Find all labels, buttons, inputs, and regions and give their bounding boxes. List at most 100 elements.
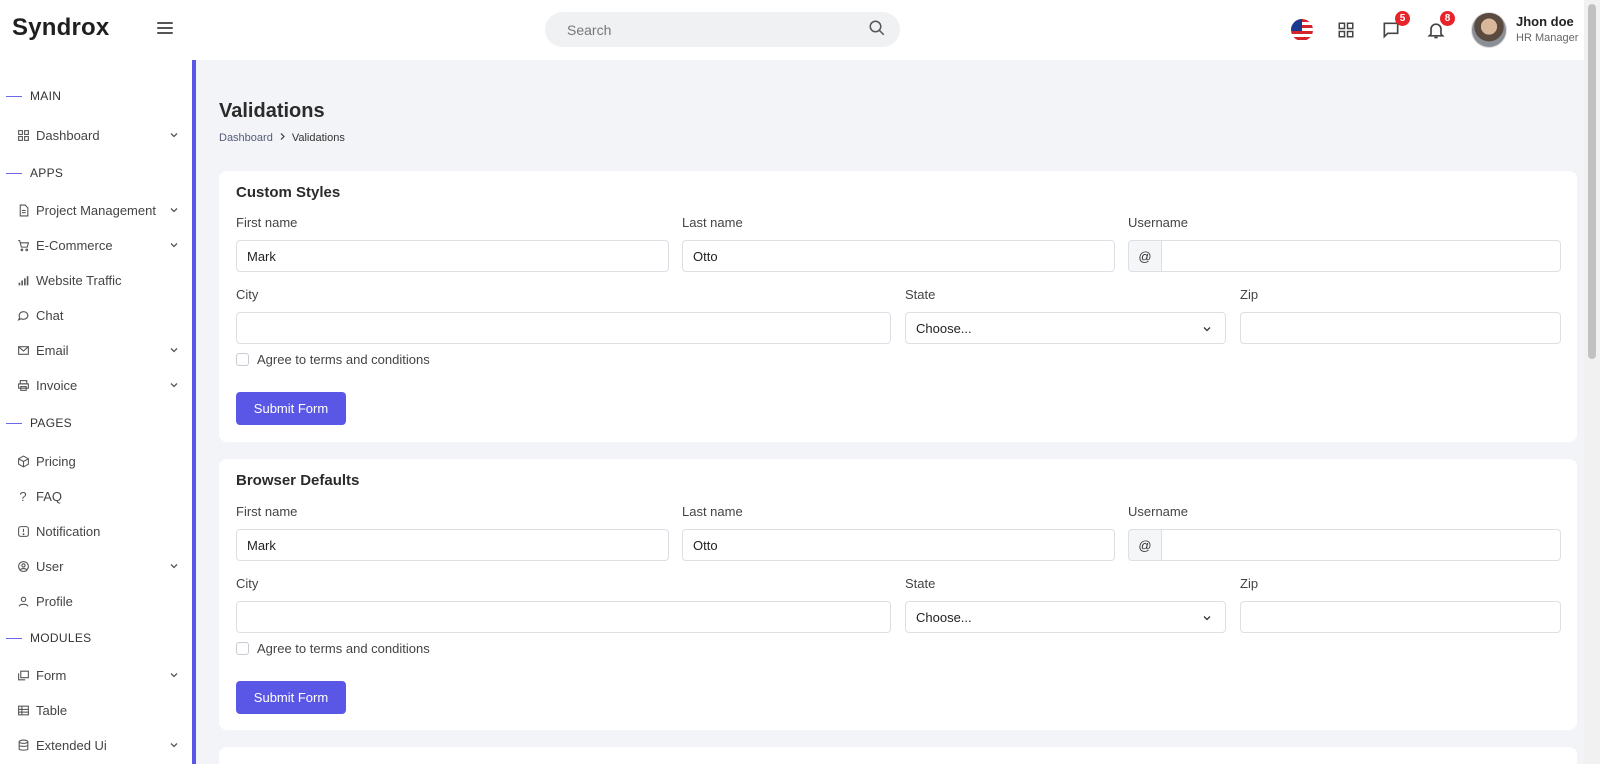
sidebar-item-extended-ui[interactable]: Extended Ui bbox=[16, 733, 184, 757]
card-title: Browser Defaults bbox=[236, 472, 360, 489]
table-icon bbox=[16, 703, 30, 717]
username-label: Username bbox=[1128, 215, 1188, 230]
at-sign-addon: @ bbox=[1128, 529, 1162, 561]
state-select[interactable]: Choose... bbox=[905, 312, 1226, 344]
chevron-down-icon bbox=[170, 243, 178, 248]
sidebar-item-email[interactable]: Email bbox=[16, 338, 184, 362]
last-name-input[interactable] bbox=[682, 529, 1115, 561]
zip-label: Zip bbox=[1240, 287, 1259, 302]
terms-row: Agree to terms and conditions bbox=[236, 352, 430, 367]
notifications-badge: 8 bbox=[1440, 11, 1455, 26]
sidebar-item-ecommerce[interactable]: E-Commerce bbox=[16, 233, 184, 257]
chevron-down-icon bbox=[170, 348, 178, 353]
messages-icon[interactable]: 5 bbox=[1379, 11, 1410, 42]
last-name-label: Last name bbox=[682, 504, 743, 519]
terms-label: Agree to terms and conditions bbox=[257, 352, 430, 367]
signal-bars-icon bbox=[16, 273, 30, 287]
page-scrollbar[interactable] bbox=[1584, 0, 1600, 764]
last-name-label: Last name bbox=[682, 215, 743, 230]
city-label: City bbox=[236, 576, 259, 591]
city-input[interactable] bbox=[236, 601, 891, 633]
top-header: Syndrox 5 8 Jhon doe HR Manager bbox=[0, 0, 1584, 60]
last-name-input[interactable] bbox=[682, 240, 1115, 272]
sidebar-item-user[interactable]: User bbox=[16, 554, 184, 578]
sidebar: MAIN Dashboard APPS Project Management E… bbox=[0, 60, 196, 764]
custom-styles-card: Custom Styles First name Last name Usern… bbox=[219, 171, 1577, 442]
chevron-down-icon bbox=[1203, 616, 1211, 621]
user-role: HR Manager bbox=[1516, 32, 1579, 44]
first-name-input[interactable] bbox=[236, 240, 669, 272]
submit-form-button[interactable]: Submit Form bbox=[236, 681, 346, 714]
box-icon bbox=[16, 454, 30, 468]
chat-bubble-icon bbox=[16, 308, 30, 322]
sidebar-section-modules: MODULES bbox=[6, 631, 91, 645]
terms-checkbox[interactable] bbox=[236, 642, 249, 655]
first-name-label: First name bbox=[236, 504, 298, 519]
sidebar-section-apps: APPS bbox=[6, 166, 63, 180]
sidebar-item-website-traffic[interactable]: Website Traffic bbox=[16, 268, 184, 292]
user-circle-icon bbox=[16, 559, 30, 573]
sidebar-section-pages: PAGES bbox=[6, 416, 72, 430]
state-label: State bbox=[905, 576, 936, 591]
document-icon bbox=[16, 203, 30, 217]
sidebar-item-notification[interactable]: Notification bbox=[16, 519, 184, 543]
scrollbar-thumb[interactable] bbox=[1588, 4, 1596, 359]
card-title: Custom Styles bbox=[236, 184, 341, 201]
chevron-down-icon bbox=[1203, 327, 1211, 332]
sidebar-item-table[interactable]: Table bbox=[16, 698, 184, 722]
messages-badge: 5 bbox=[1395, 11, 1410, 26]
sidebar-section-main: MAIN bbox=[6, 89, 61, 103]
search-bar bbox=[545, 12, 900, 47]
at-sign-addon: @ bbox=[1128, 240, 1162, 272]
dashboard-icon bbox=[16, 128, 30, 142]
city-input[interactable] bbox=[236, 312, 891, 344]
username-label: Username bbox=[1128, 504, 1188, 519]
username-input[interactable] bbox=[1161, 240, 1561, 272]
zip-label: Zip bbox=[1240, 576, 1259, 591]
search-icon[interactable] bbox=[868, 19, 886, 40]
person-icon bbox=[16, 594, 30, 608]
language-flag-icon[interactable] bbox=[1290, 18, 1314, 42]
sidebar-item-invoice[interactable]: Invoice bbox=[16, 373, 184, 397]
chevron-down-icon bbox=[170, 133, 178, 138]
sidebar-item-form[interactable]: Form bbox=[16, 663, 184, 687]
sidebar-item-faq[interactable]: ? FAQ bbox=[16, 484, 184, 508]
form-icon bbox=[16, 668, 30, 682]
sidebar-item-dashboard[interactable]: Dashboard bbox=[16, 123, 184, 147]
terms-row: Agree to terms and conditions bbox=[236, 641, 430, 656]
sidebar-item-project-management[interactable]: Project Management bbox=[16, 198, 184, 222]
sidebar-item-chat[interactable]: Chat bbox=[16, 303, 184, 327]
chevron-down-icon bbox=[170, 564, 178, 569]
breadcrumb-current: Validations bbox=[291, 132, 345, 144]
search-input[interactable] bbox=[567, 21, 868, 38]
breadcrumb: Dashboard Validations bbox=[219, 132, 345, 144]
chevron-down-icon bbox=[170, 208, 178, 213]
printer-icon bbox=[16, 378, 30, 392]
alert-icon bbox=[16, 524, 30, 538]
next-form-card bbox=[219, 747, 1577, 764]
username-input[interactable] bbox=[1161, 529, 1561, 561]
state-label: State bbox=[905, 287, 936, 302]
chevron-down-icon bbox=[170, 743, 178, 748]
app-logo[interactable]: Syndrox bbox=[12, 14, 109, 42]
state-select[interactable]: Choose... bbox=[905, 601, 1226, 633]
sidebar-item-profile[interactable]: Profile bbox=[16, 589, 184, 613]
breadcrumb-home-link[interactable]: Dashboard bbox=[219, 132, 273, 144]
submit-form-button[interactable]: Submit Form bbox=[236, 392, 346, 425]
cart-icon bbox=[16, 238, 30, 252]
question-mark-icon: ? bbox=[19, 488, 27, 504]
first-name-input[interactable] bbox=[236, 529, 669, 561]
notifications-bell-icon[interactable]: 8 bbox=[1424, 11, 1455, 42]
zip-input[interactable] bbox=[1240, 601, 1561, 633]
browser-defaults-card: Browser Defaults First name Last name Us… bbox=[219, 459, 1577, 730]
city-label: City bbox=[236, 287, 259, 302]
menu-toggle-icon[interactable] bbox=[157, 22, 173, 36]
user-avatar[interactable] bbox=[1471, 12, 1507, 48]
sidebar-item-pricing[interactable]: Pricing bbox=[16, 449, 184, 473]
apps-grid-icon[interactable] bbox=[1334, 18, 1358, 42]
first-name-label: First name bbox=[236, 215, 298, 230]
zip-input[interactable] bbox=[1240, 312, 1561, 344]
terms-checkbox[interactable] bbox=[236, 353, 249, 366]
user-name[interactable]: Jhon doe bbox=[1516, 14, 1574, 29]
mail-icon bbox=[16, 343, 30, 357]
